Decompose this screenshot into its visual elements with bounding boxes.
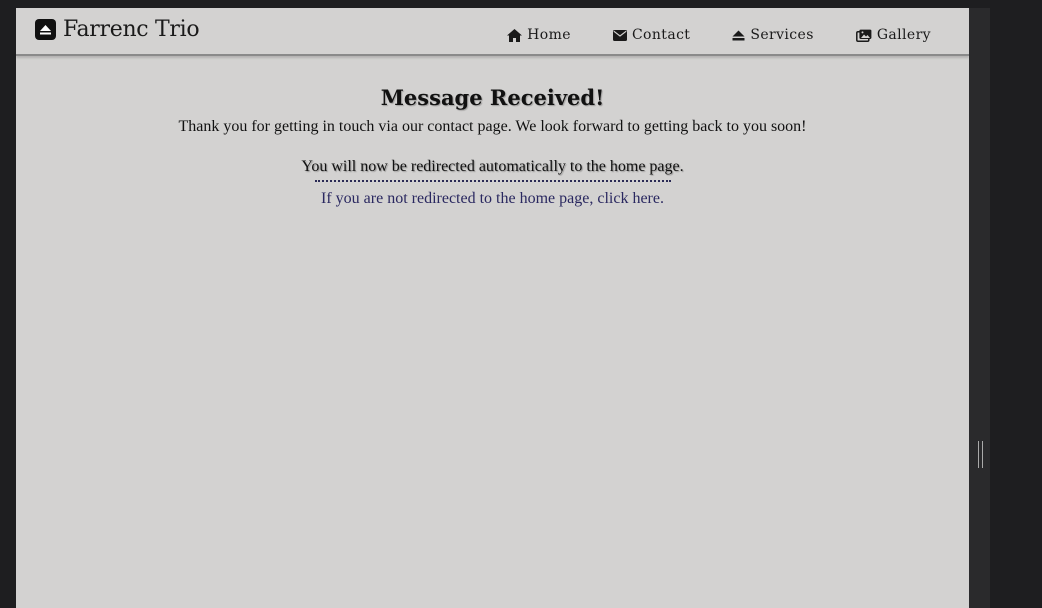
right-gutter: [990, 0, 1042, 608]
nav-services-label: Services: [750, 27, 814, 43]
redirect-notice: You will now be redirected automatically…: [301, 158, 684, 175]
images-icon: [855, 29, 872, 42]
nav-gallery-label: Gallery: [876, 27, 931, 43]
thanks-message: Thank you for getting in touch via our c…: [178, 118, 807, 135]
nav-home[interactable]: Home: [507, 27, 571, 43]
nav-links: Home Contact Services Gallery: [507, 27, 931, 43]
nav-contact-label: Contact: [631, 27, 691, 43]
eject-icon: [35, 19, 56, 40]
brand-name: Farrenc Trio: [63, 17, 200, 42]
nav-home-label: Home: [527, 27, 571, 43]
page-viewport: Farrenc Trio Home Contact Services Galle…: [16, 8, 969, 608]
resize-handle[interactable]: [978, 441, 983, 468]
envelope-icon: [612, 29, 627, 41]
eject-icon: [732, 30, 745, 41]
fallback-link[interactable]: If you are not redirected to the home pa…: [321, 190, 664, 207]
window-top-strip: [0, 0, 1042, 8]
dotted-divider: [314, 180, 671, 186]
page-heading: Message Received!: [380, 85, 605, 110]
nav-services[interactable]: Services: [732, 27, 813, 43]
home-icon: [507, 28, 523, 42]
fallback-text: If you are not redirected to the home pa…: [16, 190, 969, 208]
nav-gallery[interactable]: Gallery: [855, 27, 931, 43]
brand-link[interactable]: Farrenc Trio: [35, 17, 200, 42]
main-content: Message Received! Thank you for getting …: [16, 84, 969, 208]
nav-contact[interactable]: Contact: [612, 27, 691, 43]
navbar: Farrenc Trio Home Contact Services Galle…: [16, 8, 969, 56]
side-panel: [969, 8, 990, 608]
